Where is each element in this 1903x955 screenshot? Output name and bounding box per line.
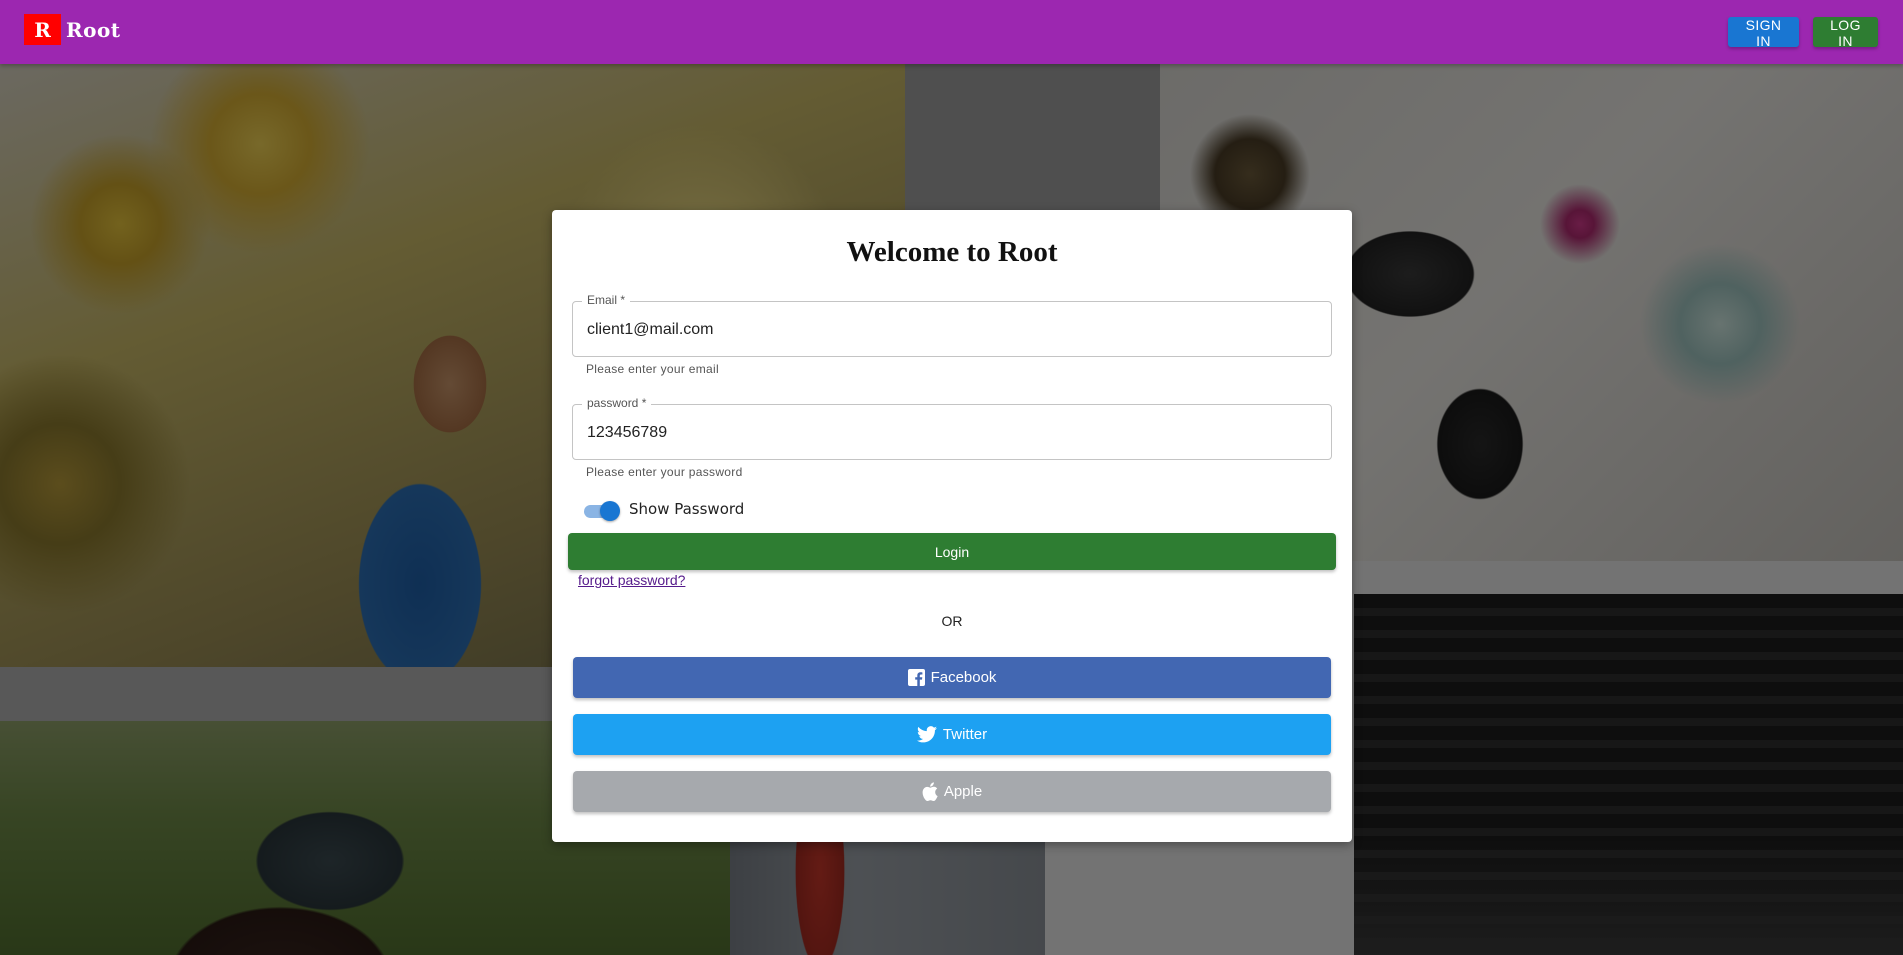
password-input[interactable] <box>585 405 1319 461</box>
email-input[interactable] <box>585 302 1319 358</box>
logo[interactable]: R Root <box>24 14 121 45</box>
apple-label: Apple <box>943 783 983 800</box>
log-in-button[interactable]: LOG IN <box>1813 17 1878 49</box>
apple-icon <box>922 782 938 801</box>
login-button[interactable]: Login <box>568 533 1336 570</box>
email-field[interactable]: Email * <box>572 293 1332 358</box>
or-divider-text: OR <box>941 613 963 629</box>
twitter-label: Twitter <box>942 726 988 743</box>
password-helper-text: Please enter your password <box>586 465 743 479</box>
logo-mark: R <box>24 14 61 45</box>
app-bar: R Root SIGN IN LOG IN <box>0 0 1903 64</box>
page-title: Welcome to Root <box>846 236 1058 268</box>
email-helper-text: Please enter your email <box>586 362 719 376</box>
facebook-icon <box>907 669 925 686</box>
sign-in-button[interactable]: SIGN IN <box>1728 17 1799 49</box>
twitter-login-button[interactable]: Twitter <box>573 714 1331 755</box>
toggle-thumb <box>600 501 620 521</box>
facebook-label: Facebook <box>930 669 997 686</box>
forgot-password-link[interactable]: forgot password? <box>578 572 685 588</box>
facebook-login-button[interactable]: Facebook <box>573 657 1331 698</box>
show-password-label[interactable]: Show Password <box>629 500 744 518</box>
apple-login-button[interactable]: Apple <box>573 771 1331 812</box>
logo-text: Root <box>66 17 121 42</box>
show-password-toggle[interactable] <box>584 500 622 522</box>
password-field[interactable]: password * <box>572 396 1332 461</box>
twitter-icon <box>916 726 937 743</box>
login-card: Welcome to Root Email * Please enter you… <box>552 210 1352 842</box>
